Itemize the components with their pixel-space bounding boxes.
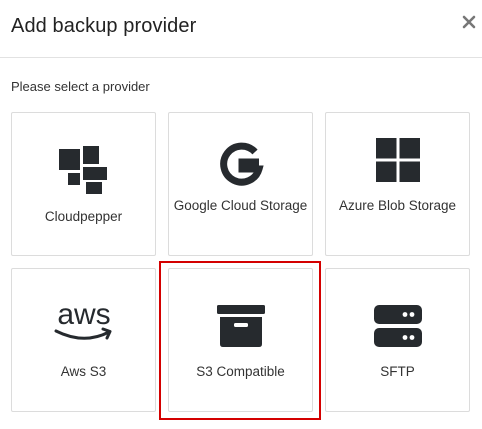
provider-label: SFTP	[380, 364, 415, 379]
close-icon[interactable]	[461, 14, 477, 30]
provider-card-sftp[interactable]: SFTP	[325, 268, 470, 412]
provider-card-s3-compatible[interactable]: S3 Compatible	[168, 268, 313, 412]
dialog-header: Add backup provider	[0, 0, 482, 58]
provider-card-aws-s3[interactable]: aws Aws S3	[11, 268, 156, 412]
server-icon	[326, 305, 469, 347]
aws-logo-text: aws	[57, 299, 110, 331]
cloudpepper-logo-icon	[12, 146, 155, 194]
dialog-title: Add backup provider	[11, 15, 197, 37]
provider-label: Aws S3	[60, 364, 107, 379]
aws-logo-icon: aws	[12, 299, 155, 345]
archive-box-icon	[169, 305, 312, 347]
provider-label: Azure Blob Storage	[338, 198, 457, 213]
provider-label: S3 Compatible	[196, 364, 285, 379]
provider-label: Cloudpepper	[44, 209, 123, 224]
provider-card-google-cloud-storage[interactable]: Google Cloud Storage	[168, 112, 313, 256]
provider-card-azure-blob-storage[interactable]: Azure Blob Storage	[325, 112, 470, 256]
windows-logo-icon	[326, 138, 469, 182]
provider-card-cloudpepper[interactable]: Cloudpepper	[11, 112, 156, 256]
add-backup-provider-dialog: Add backup provider Please select a prov…	[0, 0, 482, 429]
provider-label: Google Cloud Storage	[173, 198, 308, 213]
dialog-subtitle: Please select a provider	[11, 79, 150, 94]
google-logo-icon	[169, 141, 312, 189]
